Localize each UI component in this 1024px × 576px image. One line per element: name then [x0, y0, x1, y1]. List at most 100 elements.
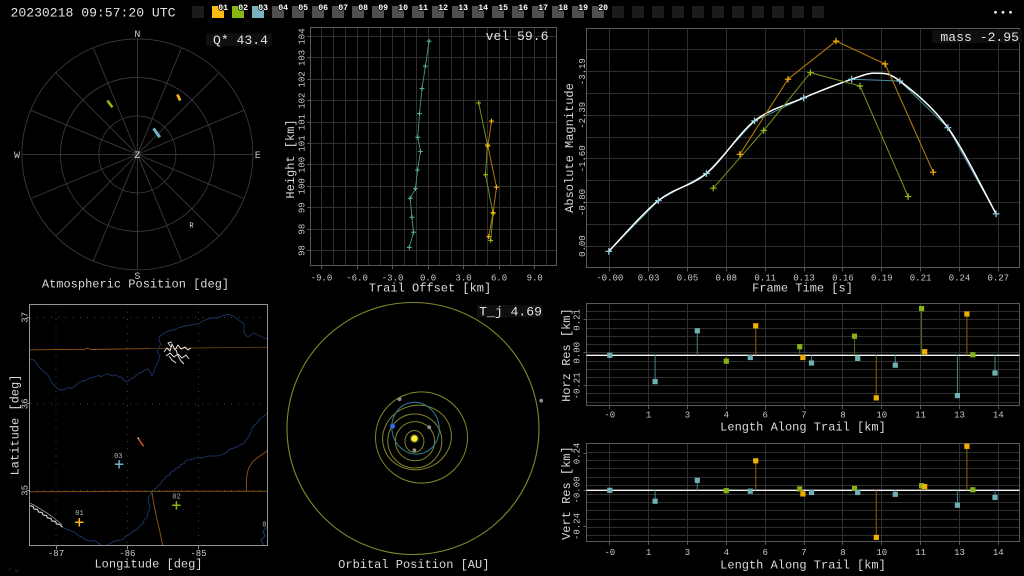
svg-text:Length Along Trail [km]: Length Along Trail [km] — [720, 559, 886, 573]
svg-text:Z: Z — [134, 151, 140, 162]
svg-text:98: 98 — [298, 224, 308, 235]
svg-text:Trail Offset [km]: Trail Offset [km] — [369, 282, 491, 296]
svg-text:r_w: r_w — [8, 567, 19, 574]
svg-text:102: 102 — [298, 71, 308, 87]
svg-text:-0: -0 — [604, 411, 615, 421]
svg-text:0.05: 0.05 — [677, 274, 699, 284]
svg-text:13: 13 — [458, 4, 468, 13]
svg-text:Vert Res [km]: Vert Res [km] — [560, 446, 574, 540]
svg-text:0.24: 0.24 — [573, 443, 583, 465]
svg-text:0.00: 0.00 — [573, 342, 583, 364]
svg-text:N: N — [134, 30, 140, 41]
svg-text:0.21: 0.21 — [910, 274, 932, 284]
svg-text:-1.60: -1.60 — [578, 145, 588, 172]
svg-text:Height [km]: Height [km] — [284, 119, 298, 198]
svg-text:02: 02 — [172, 494, 180, 502]
svg-text:3: 3 — [685, 548, 690, 558]
svg-text:11: 11 — [915, 548, 926, 558]
svg-text:98: 98 — [298, 245, 308, 256]
svg-text:9.0: 9.0 — [527, 274, 543, 284]
svg-text:Q* 43.4: Q* 43.4 — [213, 33, 268, 48]
svg-text:10: 10 — [876, 548, 887, 558]
svg-text:-0.80: -0.80 — [578, 189, 588, 216]
svg-text:Frame Time [s]: Frame Time [s] — [752, 282, 853, 296]
svg-text:0.19: 0.19 — [871, 274, 893, 284]
svg-text:-0.00: -0.00 — [596, 274, 623, 284]
svg-text:101: 101 — [298, 135, 308, 151]
svg-text:104: 104 — [298, 28, 308, 44]
svg-text:100: 100 — [298, 157, 308, 173]
svg-text:-0.24: -0.24 — [573, 513, 583, 540]
svg-text:13: 13 — [954, 411, 965, 421]
svg-text:Longitude [deg]: Longitude [deg] — [94, 558, 202, 572]
svg-text:03: 03 — [114, 453, 122, 461]
svg-text:11: 11 — [915, 411, 926, 421]
svg-text:20230218 09:57:20 UTC: 20230218 09:57:20 UTC — [11, 6, 176, 21]
svg-text:103: 103 — [298, 50, 308, 66]
svg-text:02: 02 — [238, 4, 248, 13]
svg-text:7: 7 — [801, 411, 806, 421]
svg-text:6: 6 — [762, 548, 767, 558]
svg-text:13: 13 — [954, 548, 965, 558]
svg-text:100: 100 — [298, 178, 308, 194]
svg-text:0: 0 — [262, 522, 266, 530]
svg-text:Orbital Position [AU]: Orbital Position [AU] — [338, 558, 489, 572]
svg-text:1: 1 — [646, 548, 651, 558]
svg-text:99: 99 — [298, 202, 308, 213]
svg-text:05: 05 — [298, 4, 308, 13]
svg-text:7: 7 — [801, 548, 806, 558]
svg-text:6.0: 6.0 — [491, 274, 507, 284]
svg-text:0.03: 0.03 — [638, 274, 660, 284]
svg-text:09: 09 — [378, 4, 388, 13]
svg-text:T_j 4.69: T_j 4.69 — [479, 304, 542, 319]
svg-text:01: 01 — [75, 510, 83, 518]
svg-text:Absolute Magnitude: Absolute Magnitude — [563, 83, 577, 213]
svg-text:0.27: 0.27 — [987, 274, 1009, 284]
svg-text:0.24: 0.24 — [949, 274, 971, 284]
svg-text:-0.00: -0.00 — [573, 476, 583, 503]
svg-text:E: E — [255, 151, 261, 162]
svg-text:14: 14 — [993, 548, 1004, 558]
svg-text:6: 6 — [762, 411, 767, 421]
svg-text:8: 8 — [840, 548, 845, 558]
svg-text:-87: -87 — [48, 549, 64, 559]
svg-text:mass -2.95: mass -2.95 — [940, 30, 1019, 45]
svg-text:Horz Res [km]: Horz Res [km] — [560, 308, 574, 402]
svg-text:8: 8 — [840, 411, 845, 421]
svg-text:Latitude [deg]: Latitude [deg] — [9, 375, 23, 476]
svg-text:3: 3 — [685, 411, 690, 421]
svg-text:4: 4 — [724, 411, 729, 421]
svg-text:19: 19 — [578, 4, 588, 13]
svg-text:16: 16 — [518, 4, 528, 13]
svg-text:W: W — [14, 151, 20, 162]
svg-text:0.21: 0.21 — [573, 309, 583, 331]
svg-text:-0.21: -0.21 — [573, 372, 583, 399]
svg-text:Length Along Trail [km]: Length Along Trail [km] — [720, 421, 886, 435]
svg-text:06: 06 — [318, 4, 328, 13]
svg-text:102: 102 — [298, 93, 308, 109]
svg-text:-3.19: -3.19 — [578, 58, 588, 85]
svg-text:04: 04 — [278, 4, 288, 13]
svg-text:11: 11 — [418, 4, 428, 13]
svg-text:03: 03 — [258, 4, 268, 13]
svg-text:1: 1 — [646, 411, 651, 421]
svg-text:17: 17 — [538, 4, 548, 13]
svg-text:07: 07 — [338, 4, 348, 13]
svg-text:10: 10 — [876, 411, 887, 421]
svg-text:01: 01 — [218, 4, 228, 13]
svg-text:08: 08 — [358, 4, 368, 13]
svg-text:14: 14 — [478, 4, 488, 13]
svg-text:101: 101 — [298, 114, 308, 130]
svg-text:0.00: 0.00 — [578, 235, 588, 257]
svg-text:-0: -0 — [604, 548, 615, 558]
svg-text:vel 59.6: vel 59.6 — [486, 29, 549, 44]
svg-text:-6.0: -6.0 — [346, 274, 368, 284]
svg-text:20: 20 — [598, 4, 608, 13]
svg-text:12: 12 — [438, 4, 448, 13]
svg-text:4: 4 — [724, 548, 729, 558]
svg-text:0.08: 0.08 — [715, 274, 737, 284]
svg-text:15: 15 — [498, 4, 508, 13]
svg-text:Atmospheric Position [deg]: Atmospheric Position [deg] — [42, 278, 229, 292]
svg-text:18: 18 — [558, 4, 568, 13]
svg-text:-9.0: -9.0 — [311, 274, 333, 284]
